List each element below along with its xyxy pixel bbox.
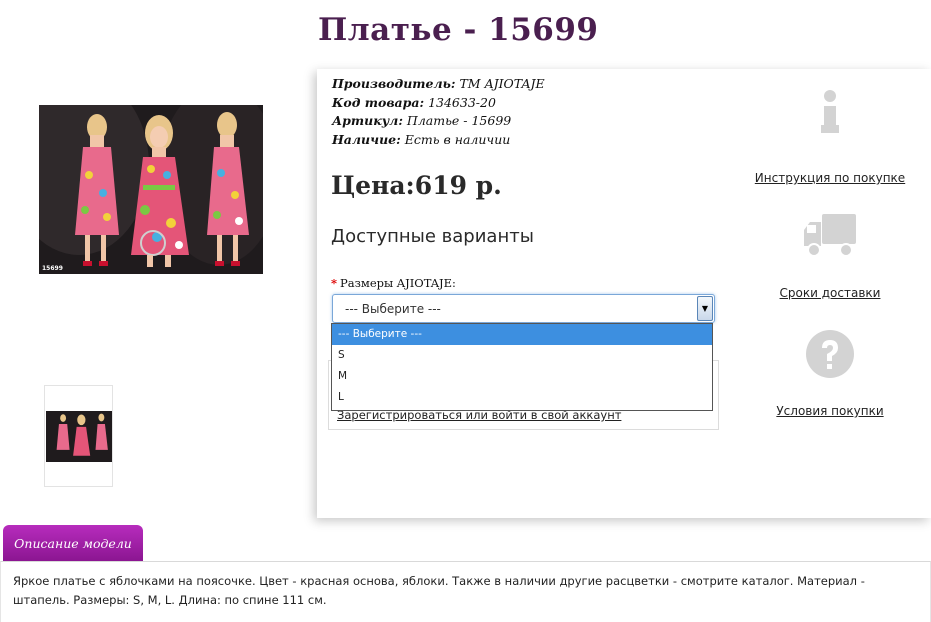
size-option-m[interactable]: M	[332, 366, 712, 387]
terms-link[interactable]: Условия покупки	[776, 404, 883, 418]
manufacturer-value: ТМ AJIOTAJE	[459, 76, 545, 91]
size-select[interactable]: --- Выберите --- ▼	[332, 294, 715, 323]
tab-model-description[interactable]: Описание модели	[3, 525, 143, 562]
product-main-photo[interactable]: 15699	[39, 105, 263, 274]
truck-icon	[745, 212, 915, 260]
availability-row: Наличие: Есть в наличии	[332, 131, 511, 147]
price-value: 619 р.	[414, 171, 502, 200]
product-info-panel: Производитель: ТМ AJIOTAJE Код товара: 1…	[317, 69, 931, 518]
product-code-row: Код товара: 134633-20	[332, 94, 496, 110]
photo-code: 15699	[42, 265, 63, 272]
price-label: Цена:	[331, 171, 415, 200]
description-box: Яркое платье с яблочками на поясочке. Цв…	[0, 561, 931, 622]
sidebar-instructions: Инструкция по покупке	[745, 89, 915, 186]
size-dropdown-list: --- Выберите --- S M L	[331, 323, 713, 411]
size-option-placeholder[interactable]: --- Выберите ---	[332, 324, 712, 345]
size-label: * Размеры AJIOTAJE:	[331, 276, 456, 290]
description-text: Яркое платье с яблочками на поясочке. Цв…	[13, 574, 865, 607]
question-icon	[745, 328, 915, 380]
info-icon	[745, 89, 915, 137]
size-option-s[interactable]: S	[332, 345, 712, 366]
manufacturer-row: Производитель: ТМ AJIOTAJE	[332, 76, 545, 91]
sidebar-terms: Условия покупки	[745, 328, 915, 419]
instructions-link[interactable]: Инструкция по покупке	[755, 171, 905, 185]
chevron-down-icon[interactable]: ▼	[697, 296, 713, 321]
thumbnail-image	[46, 411, 112, 462]
page-title: Платье - 15699	[318, 12, 599, 48]
product-code-value: 134633-20	[428, 94, 496, 110]
article-value: Платье - 15699	[406, 113, 512, 128]
availability-value: Есть в наличии	[404, 131, 511, 147]
price: Цена:619 р.	[331, 171, 502, 200]
delivery-link[interactable]: Сроки доставки	[780, 286, 881, 300]
size-select-value: --- Выберите ---	[345, 302, 441, 316]
product-thumbnail[interactable]	[44, 385, 113, 487]
sidebar-delivery: Сроки доставки	[745, 212, 915, 301]
dress-photo-image	[39, 105, 263, 274]
product-meta: Производитель: ТМ AJIOTAJE Код товара: 1…	[332, 75, 545, 149]
required-mark: *	[331, 276, 338, 290]
size-option-l[interactable]: L	[332, 387, 712, 408]
article-row: Артикул: Платье - 15699	[332, 113, 512, 128]
variants-title: Доступные варианты	[331, 226, 534, 247]
